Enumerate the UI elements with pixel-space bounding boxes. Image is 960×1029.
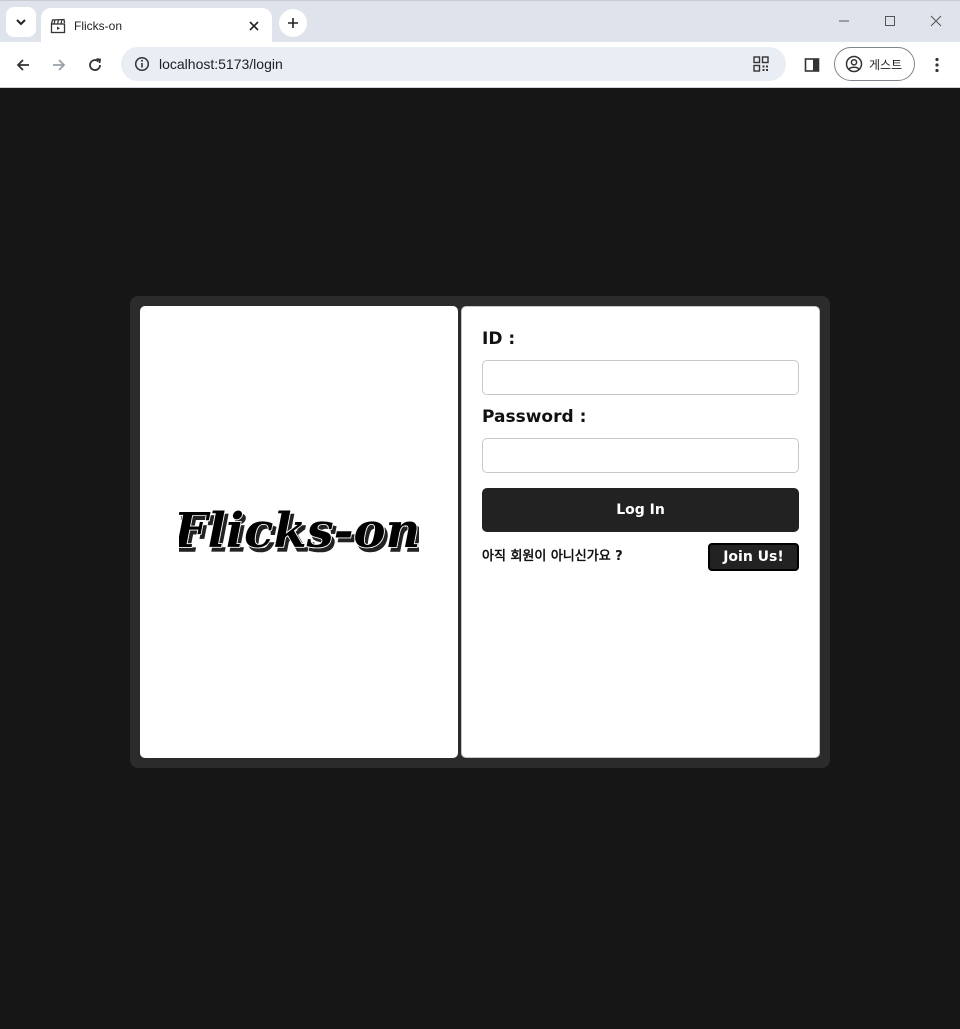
logo-panel: Flicks-on: [140, 306, 458, 758]
back-button[interactable]: [7, 49, 39, 81]
reload-button[interactable]: [79, 49, 111, 81]
profile-button[interactable]: 게스트: [834, 47, 915, 81]
browser-toolbar: localhost:5173/login 게스트: [0, 42, 960, 88]
new-tab-button[interactable]: [279, 9, 307, 37]
reload-icon: [89, 58, 102, 71]
tab-search-button[interactable]: [6, 7, 36, 37]
login-form: ID : Password : Log In 아직 회원이 아니신가요 ? Jo…: [461, 306, 820, 758]
join-button[interactable]: Join Us!: [708, 543, 799, 571]
minimize-icon: [839, 20, 849, 22]
close-window-button[interactable]: [921, 9, 951, 33]
join-row: 아직 회원이 아니신가요 ? Join Us!: [482, 543, 799, 575]
plus-icon: [288, 18, 298, 28]
side-panel-icon: [804, 58, 820, 72]
qr-code-icon[interactable]: [746, 49, 776, 79]
menu-button[interactable]: [922, 49, 952, 81]
page-viewport: Flicks-on ID : Password : Log In 아직 회원이 …: [0, 88, 960, 1029]
brand-logo: Flicks-on: [179, 502, 419, 560]
maximize-button[interactable]: [875, 9, 905, 33]
url-text[interactable]: localhost:5173/login: [159, 56, 746, 72]
side-panel-button[interactable]: [796, 49, 828, 81]
forward-button[interactable]: [43, 49, 75, 81]
password-label: Password :: [482, 407, 587, 427]
tab-title: Flicks-on: [74, 18, 123, 33]
info-icon[interactable]: [131, 53, 153, 75]
tab-strip: Flicks-on: [0, 0, 960, 43]
chevron-down-icon: [16, 19, 26, 26]
password-input[interactable]: [482, 438, 799, 473]
profile-label: 게스트: [869, 57, 903, 72]
maximize-icon: [885, 16, 895, 26]
login-button[interactable]: Log In: [482, 488, 799, 532]
arrow-left-icon: [16, 59, 29, 71]
close-icon: [930, 15, 942, 27]
active-tab[interactable]: Flicks-on: [41, 8, 272, 43]
clapperboard-icon: [50, 18, 66, 34]
user-circle-icon: [845, 55, 863, 73]
close-tab-icon[interactable]: [246, 18, 262, 34]
kebab-menu-icon: [935, 57, 939, 73]
login-card: Flicks-on ID : Password : Log In 아직 회원이 …: [130, 296, 830, 768]
logo-text: Flicks-on: [179, 503, 419, 559]
address-bar[interactable]: localhost:5173/login: [121, 47, 786, 81]
arrow-right-icon: [53, 59, 66, 71]
join-prompt: 아직 회원이 아니신가요 ?: [482, 549, 623, 564]
id-input[interactable]: [482, 360, 799, 395]
id-label: ID :: [482, 329, 516, 349]
minimize-button[interactable]: [829, 9, 859, 33]
